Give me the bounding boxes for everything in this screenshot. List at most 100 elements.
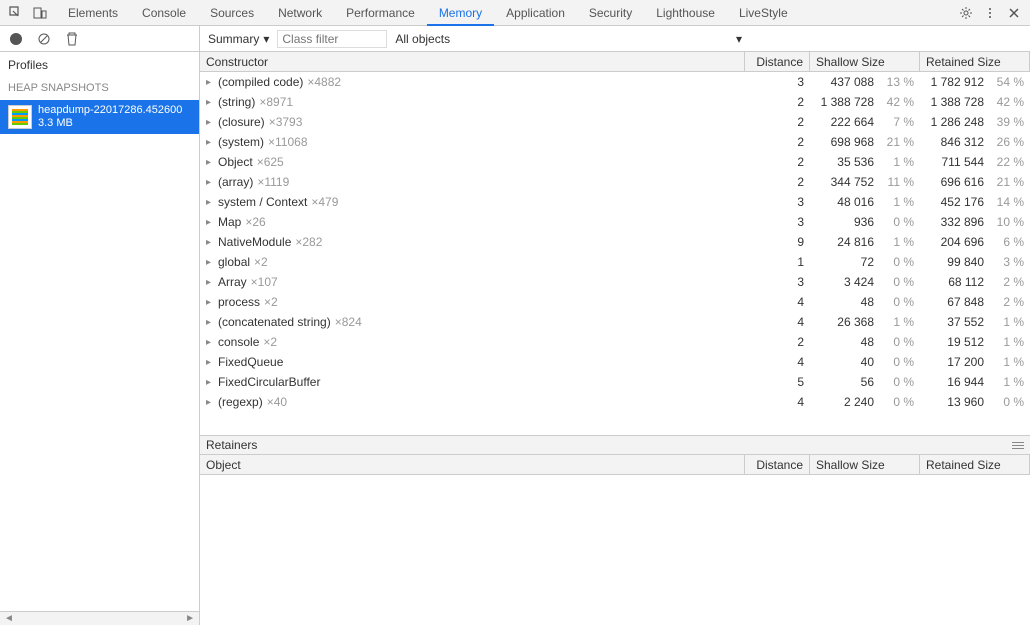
table-row[interactable]: ▸(closure) ×37932222 6647 %1 286 24839 % — [200, 112, 1030, 132]
table-row[interactable]: ▸(compiled code) ×48823437 08813 %1 782 … — [200, 72, 1030, 92]
close-icon[interactable] — [1006, 5, 1022, 21]
table-row[interactable]: ▸global ×21720 %99 8403 % — [200, 252, 1030, 272]
shallow-value: 56 — [810, 375, 880, 389]
shallow-pct: 0 % — [880, 395, 920, 409]
distance-value: 9 — [745, 235, 810, 249]
tab-sources[interactable]: Sources — [198, 0, 266, 26]
distance-value: 2 — [745, 335, 810, 349]
grid-body[interactable]: ▸(compiled code) ×48823437 08813 %1 782 … — [200, 72, 1030, 435]
retained-value: 68 112 — [920, 275, 990, 289]
retained-value: 696 616 — [920, 175, 990, 189]
retained-pct: 14 % — [990, 195, 1030, 209]
expand-icon[interactable]: ▸ — [206, 277, 214, 288]
shallow-value: 698 968 — [810, 135, 880, 149]
expand-icon[interactable]: ▸ — [206, 97, 214, 108]
constructor-name: process — [218, 295, 260, 309]
retainers-header-shallow[interactable]: Shallow Size — [810, 455, 920, 474]
retained-pct: 21 % — [990, 175, 1030, 189]
retained-pct: 0 % — [990, 395, 1030, 409]
table-row[interactable]: ▸Object ×625235 5361 %711 54422 % — [200, 152, 1030, 172]
header-shallow[interactable]: Shallow Size — [810, 52, 920, 71]
snapshot-item[interactable]: heapdump-22017286.452600 3.3 MB — [0, 100, 199, 134]
distance-value: 2 — [745, 155, 810, 169]
tab-elements[interactable]: Elements — [56, 0, 130, 26]
constructor-count: ×625 — [257, 155, 284, 169]
table-row[interactable]: ▸console ×22480 %19 5121 % — [200, 332, 1030, 352]
shallow-pct: 0 % — [880, 335, 920, 349]
table-row[interactable]: ▸process ×24480 %67 8482 % — [200, 292, 1030, 312]
constructor-count: ×107 — [251, 275, 278, 289]
retained-pct: 22 % — [990, 155, 1030, 169]
expand-icon[interactable]: ▸ — [206, 397, 214, 408]
tab-security[interactable]: Security — [577, 0, 644, 26]
retained-value: 37 552 — [920, 315, 990, 329]
retainers-body[interactable] — [200, 475, 1030, 625]
table-row[interactable]: ▸system / Context ×479348 0161 %452 1761… — [200, 192, 1030, 212]
expand-icon[interactable]: ▸ — [206, 77, 214, 88]
shallow-pct: 7 % — [880, 115, 920, 129]
expand-icon[interactable]: ▸ — [206, 297, 214, 308]
tab-application[interactable]: Application — [494, 0, 577, 26]
tab-lighthouse[interactable]: Lighthouse — [644, 0, 727, 26]
chevron-down-icon: ▾ — [736, 32, 742, 46]
retained-value: 13 960 — [920, 395, 990, 409]
distance-value: 3 — [745, 215, 810, 229]
expand-icon[interactable]: ▸ — [206, 357, 214, 368]
constructor-name: FixedCircularBuffer — [218, 375, 320, 389]
expand-icon[interactable]: ▸ — [206, 377, 214, 388]
table-row[interactable]: ▸FixedCircularBuffer5560 %16 9441 % — [200, 372, 1030, 392]
retainers-title: Retainers — [206, 438, 257, 452]
summary-dropdown[interactable]: Summary ▾ — [208, 32, 269, 46]
objects-scope-dropdown[interactable]: All objects — [395, 32, 450, 46]
table-row[interactable]: ▸FixedQueue4400 %17 2001 % — [200, 352, 1030, 372]
expand-icon[interactable]: ▸ — [206, 117, 214, 128]
retainers-header-object[interactable]: Object — [200, 455, 745, 474]
clear-icon[interactable] — [36, 31, 52, 47]
header-constructor[interactable]: Constructor — [200, 52, 745, 71]
table-row[interactable]: ▸NativeModule ×282924 8161 %204 6966 % — [200, 232, 1030, 252]
table-row[interactable]: ▸Array ×10733 4240 %68 1122 % — [200, 272, 1030, 292]
distance-value: 3 — [745, 275, 810, 289]
distance-value: 4 — [745, 295, 810, 309]
constructor-name: FixedQueue — [218, 355, 283, 369]
snapshot-icon — [8, 105, 32, 129]
sidebar-scrollbar[interactable]: ◄► — [0, 611, 199, 625]
expand-icon[interactable]: ▸ — [206, 337, 214, 348]
retainers-header-retained[interactable]: Retained Size — [920, 455, 1030, 474]
inspect-icon[interactable] — [8, 5, 24, 21]
header-retained[interactable]: Retained Size — [920, 52, 1030, 71]
retainers-header-distance[interactable]: Distance — [745, 455, 810, 474]
expand-icon[interactable]: ▸ — [206, 157, 214, 168]
expand-icon[interactable]: ▸ — [206, 177, 214, 188]
tab-network[interactable]: Network — [266, 0, 334, 26]
expand-icon[interactable]: ▸ — [206, 217, 214, 228]
tab-livestyle[interactable]: LiveStyle — [727, 0, 800, 26]
device-toolbar-icon[interactable] — [32, 5, 48, 21]
heap-snapshots-header: HEAP SNAPSHOTS — [0, 76, 199, 100]
table-row[interactable]: ▸(system) ×110682698 96821 %846 31226 % — [200, 132, 1030, 152]
tab-memory[interactable]: Memory — [427, 0, 494, 26]
table-row[interactable]: ▸(string) ×897121 388 72842 %1 388 72842… — [200, 92, 1030, 112]
retained-pct: 26 % — [990, 135, 1030, 149]
table-row[interactable]: ▸(concatenated string) ×824426 3681 %37 … — [200, 312, 1030, 332]
table-row[interactable]: ▸Map ×2639360 %332 89610 % — [200, 212, 1030, 232]
expand-icon[interactable]: ▸ — [206, 237, 214, 248]
tab-console[interactable]: Console — [130, 0, 198, 26]
objects-scope-label: All objects — [395, 32, 450, 46]
expand-icon[interactable]: ▸ — [206, 137, 214, 148]
tab-performance[interactable]: Performance — [334, 0, 427, 26]
record-button[interactable] — [8, 31, 24, 47]
expand-icon[interactable]: ▸ — [206, 317, 214, 328]
delete-icon[interactable] — [64, 31, 80, 47]
expand-icon[interactable]: ▸ — [206, 197, 214, 208]
more-icon[interactable] — [982, 5, 998, 21]
gear-icon[interactable] — [958, 5, 974, 21]
expand-icon[interactable]: ▸ — [206, 257, 214, 268]
class-filter-input[interactable] — [277, 30, 387, 48]
header-distance[interactable]: Distance — [745, 52, 810, 71]
retained-value: 19 512 — [920, 335, 990, 349]
retainers-menu-icon[interactable] — [1012, 440, 1024, 451]
table-row[interactable]: ▸(array) ×11192344 75211 %696 61621 % — [200, 172, 1030, 192]
table-row[interactable]: ▸(regexp) ×4042 2400 %13 9600 % — [200, 392, 1030, 412]
shallow-pct: 11 % — [880, 175, 920, 189]
